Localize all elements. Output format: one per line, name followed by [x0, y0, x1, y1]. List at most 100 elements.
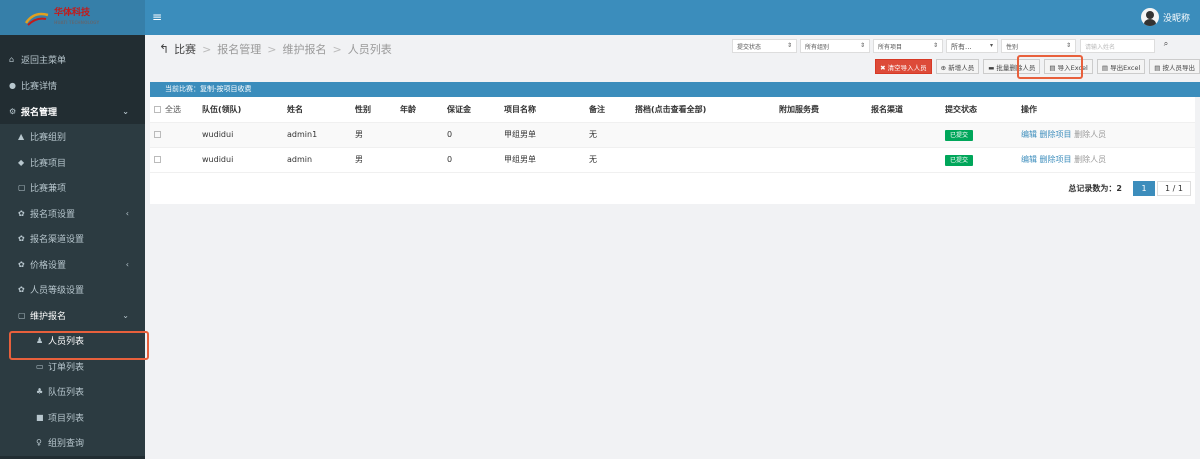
chevron-down-icon: ⌄ [122, 310, 129, 320]
table-row: wudidui admin1 男 0 甲组男单 无 已提交 编辑 删除项目 删除… [150, 122, 1195, 147]
column-header: 姓名 [287, 104, 303, 114]
export-by-person-button[interactable]: ▤ 按人员导出 [1149, 59, 1200, 74]
cell-name: admin [287, 155, 313, 165]
back-arrow-icon[interactable]: ↰ [159, 42, 169, 56]
column-header: 提交状态 [945, 104, 977, 114]
select-arrow-icon: ⇕ [1065, 42, 1071, 49]
delete-project-link[interactable]: 删除项目 [1040, 155, 1072, 164]
sidebar-item-match-group[interactable]: ▲ 比赛组别 [0, 124, 145, 150]
sidebar-item-label: 人员等级设置 [30, 286, 85, 297]
sidebar-item-label: 比赛项目 [30, 158, 67, 169]
edit-link[interactable]: 编辑 [1021, 155, 1037, 164]
column-header: 操作 [1021, 104, 1037, 114]
export-excel-button[interactable]: ▤ 导出Excel [1096, 59, 1146, 74]
cell-project: 甲组男单 [504, 130, 536, 139]
column-header: 队伍(领队) [202, 104, 242, 114]
avatar [1140, 8, 1159, 26]
cell-extra-fee [779, 122, 871, 147]
select-all-header[interactable]: 全选 [150, 97, 202, 122]
group-icon: ♣ [36, 387, 44, 397]
cell-gender: 男 [355, 130, 363, 139]
filter-bar: 提交状态 ⇕ 所有组别 ⇕ 所有项目 ⇕ 所有... ▾ 性别 ⇕ 请输入姓名 ⌕ [732, 39, 1173, 53]
logo[interactable]: 华体科技 HUATI TECHNOLOGY [0, 0, 145, 35]
logo-icon [24, 9, 50, 27]
delete-person-link[interactable]: 删除人员 [1074, 130, 1106, 139]
import-excel-highlight [1017, 55, 1083, 79]
column-header: 备注 [589, 104, 605, 114]
chevron-left-icon: ‹ [125, 259, 129, 269]
status-badge: 已提交 [945, 130, 974, 141]
sidebar-item-match-detail[interactable]: ● 比赛详情 [0, 73, 145, 99]
sidebar-item-back-main[interactable]: ⌂ 返回主菜单 [0, 46, 145, 73]
sidebar-item-signup-manage[interactable]: ⚙ 报名管理 ⌄ [0, 99, 145, 125]
menu-toggle-icon[interactable]: ≡ [152, 10, 162, 24]
sidebar-item-label: 报名项设置 [30, 209, 76, 220]
cell-channel [871, 147, 945, 172]
cell-age [400, 147, 447, 172]
gear-icon: ✿ [18, 259, 25, 269]
column-header: 性别 [355, 104, 371, 114]
card-icon: ▭ [36, 361, 44, 371]
pagination: 总记录数为：2 1 1 / 1 [150, 172, 1195, 204]
breadcrumb-item[interactable]: 比赛 [174, 41, 196, 57]
clear-import-button[interactable]: ✖ 清空导入人员 [875, 59, 932, 74]
select-arrow-icon: ⇕ [932, 42, 938, 49]
cogs-icon: ⚙ [9, 106, 17, 116]
main-content: ↰ 比赛 > 报名管理 > 维护报名 > 人员列表 提交状态 ⇕ 所有组别 ⇕ 所有… [145, 35, 1200, 459]
person-table: 全选 队伍(领队) 姓名 性别 年龄 保证金 项目名称 备注 搭档(点击查看全部… [150, 97, 1195, 204]
cell-extra-fee [779, 147, 871, 172]
select-arrow-icon: ⇕ [859, 42, 865, 49]
breadcrumb-item[interactable]: 维护报名 [283, 41, 327, 57]
delete-person-link[interactable]: 删除人员 [1074, 155, 1106, 164]
table-header-row: 全选 队伍(领队) 姓名 性别 年龄 保证金 项目名称 备注 搭档(点击查看全部… [150, 97, 1195, 122]
chevron-down-icon: ▾ [989, 42, 993, 49]
column-header: 保证金 [447, 104, 471, 114]
search-icon[interactable]: ⌕ [1159, 39, 1173, 53]
sidebar-item-label: 订单列表 [48, 362, 85, 373]
home-icon: ⌂ [9, 55, 15, 64]
sidebar-item-maintain-signup[interactable]: ▢ 维护报名 ⌄ [0, 302, 145, 328]
add-person-button[interactable]: ⊕ 新增人员 [935, 59, 980, 74]
sidebar-item-level-settings[interactable]: ✿ 人员等级设置 [0, 277, 145, 303]
sidebar-item-signup-settings[interactable]: ✿ 报名项设置 ‹ [0, 200, 145, 226]
column-header: 搭档(点击查看全部) [635, 104, 707, 114]
sidebar-item-project-list[interactable]: ■ 项目列表 [0, 404, 145, 430]
cell-partner[interactable] [635, 147, 779, 172]
breadcrumb-item[interactable]: 报名管理 [217, 41, 261, 57]
gear-icon: ✿ [18, 285, 25, 295]
cell-team: wudidui [202, 155, 234, 165]
current-match-bar: 当前比赛：复制-按项目收费 [150, 82, 1200, 97]
page-info: 1 / 1 [1157, 181, 1191, 196]
sidebar: ⌂ 返回主菜单 ● 比赛详情 ⚙ 报名管理 ⌄ ▲ 比赛组别 ◆ 比赛项目 ▢ … [0, 35, 145, 459]
total-count: 总记录数为：2 [1068, 184, 1122, 193]
breadcrumb: ↰ 比赛 > 报名管理 > 维护报名 > 人员列表 [159, 41, 392, 57]
name-search-input[interactable]: 请输入姓名 [1080, 39, 1155, 53]
checkbox[interactable] [154, 105, 161, 113]
cell-channel [871, 122, 945, 147]
status-select[interactable]: 提交状态 ⇕ [732, 39, 797, 53]
sidebar-item-match-project[interactable]: ◆ 比赛项目 [0, 149, 145, 175]
sidebar-item-match-combo[interactable]: ▢ 比赛兼项 [0, 175, 145, 201]
gender-select[interactable]: 性别 ⇕ [1001, 39, 1076, 53]
sidebar-item-team-list[interactable]: ♣ 队伍列表 [0, 379, 145, 405]
sidebar-item-label: 比赛详情 [21, 82, 58, 93]
sidebar-item-price-settings[interactable]: ✿ 价格设置 ‹ [0, 251, 145, 277]
sidebar-item-group-query[interactable]: ♀ 组别查询 [0, 430, 145, 456]
page-button-current[interactable]: 1 [1133, 181, 1155, 196]
cell-gender: 男 [355, 155, 363, 165]
edit-link[interactable]: 编辑 [1021, 130, 1037, 139]
cell-note: 无 [589, 130, 597, 139]
project-select[interactable]: 所有项目 ⇕ [873, 39, 943, 53]
gamepad-icon: ◆ [18, 157, 25, 167]
row-checkbox[interactable] [154, 131, 161, 138]
group-select[interactable]: 所有组别 ⇕ [800, 39, 870, 53]
row-checkbox[interactable] [154, 156, 161, 164]
cell-partner[interactable] [635, 122, 779, 147]
all-select[interactable]: 所有... ▾ [946, 39, 998, 53]
sidebar-item-label: 项目列表 [48, 413, 85, 424]
sidebar-item-channel-settings[interactable]: ✿ 报名渠道设置 [0, 226, 145, 252]
user-menu[interactable]: 没昵称 [1140, 8, 1190, 26]
cell-team: wudidui [202, 130, 234, 139]
cell-name: admin1 [287, 130, 318, 139]
delete-project-link[interactable]: 删除项目 [1040, 130, 1072, 139]
